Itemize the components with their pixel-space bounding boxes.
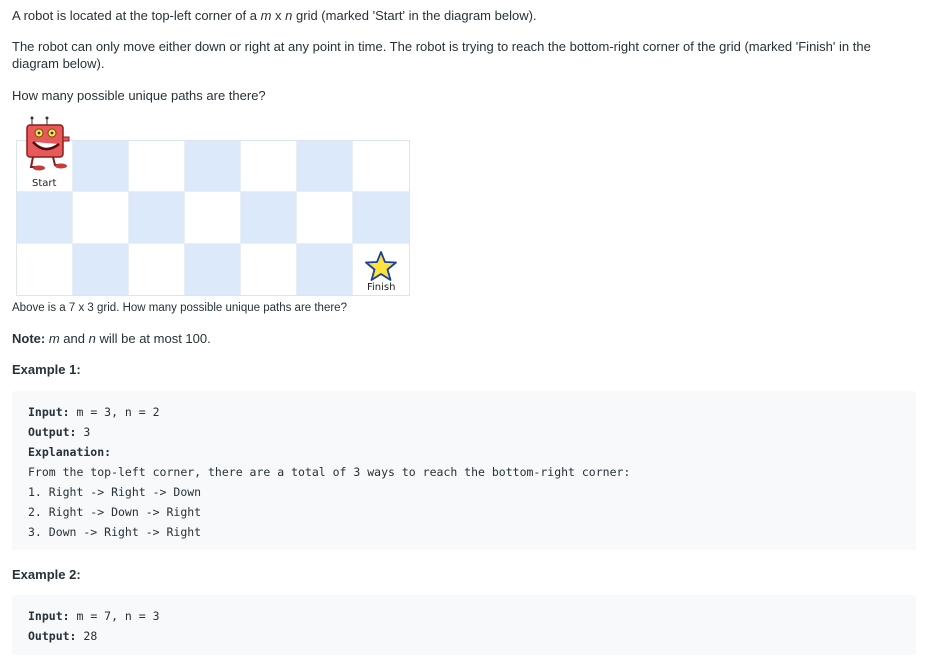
example-2-code-block: Input: m = 7, n = 3 Output: 28	[12, 595, 916, 655]
output-value: 3	[76, 425, 91, 439]
grid-cell-finish: Finish	[353, 243, 409, 295]
note-text: and	[59, 331, 89, 346]
grid-cell	[129, 192, 185, 244]
intro-text: A robot is located at the top-left corne…	[12, 8, 261, 23]
grid-cell	[129, 243, 185, 295]
grid-cell	[73, 192, 129, 244]
grid-cell	[353, 192, 409, 244]
grid-cell	[297, 192, 353, 244]
explanation-label: Explanation:	[28, 445, 112, 459]
grid-cell	[297, 141, 353, 193]
example-2-title: Example 2:	[12, 567, 81, 582]
grid-cell	[185, 141, 241, 193]
input-value: m = 3, n = 2	[69, 405, 160, 419]
grid-cell	[185, 192, 241, 244]
grid-cell	[73, 141, 129, 193]
intro-text: grid (marked 'Start' in the diagram belo…	[292, 8, 537, 23]
note: Note: m and n will be at most 100.	[12, 330, 211, 347]
example-1-input: Input: m = 3, n = 2	[28, 402, 900, 422]
explanation-line: From the top-left corner, there are a to…	[28, 465, 631, 479]
example-1-explanation-label: Explanation:	[28, 442, 900, 462]
grid-cell-start: Start	[17, 116, 73, 193]
grid-cell	[297, 243, 353, 295]
intro-text: x	[271, 8, 286, 23]
example-1-output: Output: 3	[28, 422, 900, 442]
input-label: Input:	[28, 609, 70, 623]
robot-icon	[26, 116, 70, 171]
grid-caption: Above is a 7 x 3 grid. How many possible…	[12, 302, 347, 314]
grid-cell	[241, 192, 297, 244]
note-label: Note:	[12, 331, 46, 346]
example-2-input: Input: m = 7, n = 3	[28, 606, 900, 626]
intro-question: How many possible unique paths are there…	[12, 88, 266, 103]
explanation-line: 3. Down -> Right -> Right	[28, 525, 202, 539]
example-1-code-block: Input: m = 3, n = 2 Output: 3 Explanation:…	[12, 391, 916, 550]
grid-cell	[129, 141, 185, 193]
explanation-line: 1. Right -> Right -> Down	[28, 485, 202, 499]
output-label: Output:	[28, 629, 77, 643]
output-value: 28	[76, 629, 98, 643]
star-icon	[365, 250, 397, 281]
note-text: will be at most 100.	[95, 331, 211, 346]
explanation-line: 2. Right -> Down -> Right	[28, 505, 202, 519]
grid-cell	[353, 141, 409, 193]
grid-cell	[241, 141, 297, 193]
intro-line-2: The robot can only move either down or r…	[12, 39, 871, 71]
robot-grid-diagram: Start Finish	[16, 116, 410, 296]
var-m: m	[260, 8, 272, 23]
var-n: n	[88, 331, 96, 346]
var-m: m	[48, 331, 60, 346]
intro-line-1: A robot is located at the top-left corne…	[12, 7, 537, 24]
input-value: m = 7, n = 3	[69, 609, 160, 623]
example-1-title: Example 1:	[12, 362, 81, 377]
grid-cell	[17, 243, 73, 295]
grid-cell	[17, 192, 73, 244]
example-2-output: Output: 28	[28, 626, 900, 646]
start-label: Start	[32, 178, 57, 189]
output-label: Output:	[28, 425, 77, 439]
grid-cell	[185, 243, 241, 295]
input-label: Input:	[28, 405, 70, 419]
grid-cell	[241, 243, 297, 295]
finish-label: Finish	[367, 281, 396, 293]
grid-cell	[73, 243, 129, 295]
